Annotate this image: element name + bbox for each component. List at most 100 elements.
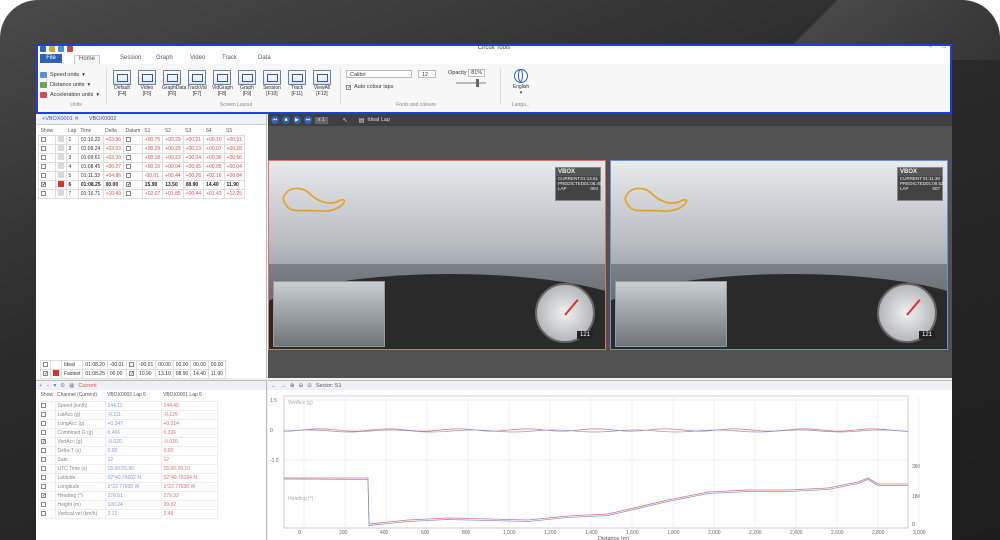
- lap-colour[interactable]: [54, 153, 67, 163]
- minimize-icon[interactable]: –: [929, 44, 932, 50]
- lap-col-header[interactable]: S3: [183, 127, 203, 136]
- distance-units-dropdown[interactable]: Distance units ▾: [40, 80, 106, 90]
- lap-colour[interactable]: [54, 180, 67, 190]
- tab-session[interactable]: Session: [120, 55, 141, 61]
- layout-button-video[interactable]: Video [F5]: [137, 70, 157, 97]
- film-icon[interactable]: ▤: [359, 117, 365, 124]
- table-row[interactable]: 5 01:11.33 +04.86 -00.01 +00.44 +00.26 +02.16 +…: [38, 171, 245, 181]
- layout-button-viewall[interactable]: ViewAll [F12]: [312, 70, 332, 97]
- font-family-select[interactable]: Calibri: [346, 70, 412, 78]
- stop-icon[interactable]: ■: [282, 116, 290, 124]
- auto-colour-laps[interactable]: ✓ Auto colour laps: [346, 84, 393, 90]
- table-row[interactable]: 2 01:09.24 +03.03 +00.29 +00.29 +00.13 +00.07 +…: [38, 144, 245, 154]
- graph-canvas[interactable]: 1.50-1.536018000 200 400 600 800 1,000 1,200 1,…: [268, 390, 952, 540]
- channel-checkbox[interactable]: [38, 410, 56, 420]
- lap-col-header[interactable]: Time: [78, 127, 103, 136]
- datum-checkbox[interactable]: [123, 189, 143, 199]
- channel-col-header[interactable]: VBOX0001 Lap 6: [161, 390, 217, 402]
- forward-arrow-icon[interactable]: →: [281, 383, 287, 389]
- playback-speed-select[interactable]: x 1: [315, 116, 328, 124]
- datum-checkbox[interactable]: [123, 171, 143, 181]
- channel-row[interactable]: Combined G (g) 0.466 0.336: [38, 428, 218, 438]
- lap-col-header[interactable]: S4: [204, 127, 224, 136]
- speed-units-dropdown[interactable]: Speed units ▾: [40, 70, 106, 80]
- tab-vbox0002[interactable]: VBOX0002: [86, 116, 120, 122]
- channel-checkbox[interactable]: [38, 509, 56, 519]
- table-row[interactable]: 3 01:09.61 +03.39 +00.18 +00.23 +00.04 +00.36 +…: [38, 153, 245, 163]
- channel-col-header[interactable]: Channel (Current): [55, 390, 105, 402]
- channel-row[interactable]: Speed (km/h) 144.11 144.40: [38, 401, 218, 411]
- channel-row[interactable]: Delta-T (s) 0.00 0.00: [38, 446, 218, 456]
- show-checkbox[interactable]: [40, 360, 51, 370]
- channel-row[interactable]: ✓ VertAcc (g) -0.020 -0.020: [38, 437, 218, 447]
- datum-checkbox[interactable]: ✓: [123, 180, 143, 190]
- channel-checkbox[interactable]: [38, 428, 56, 438]
- lap-col-header[interactable]: Datum: [124, 127, 143, 136]
- tab-data[interactable]: Data: [258, 55, 271, 61]
- channel-checkbox[interactable]: [38, 473, 56, 483]
- tab-file[interactable]: File: [40, 54, 62, 63]
- lap-colour[interactable]: [54, 144, 67, 154]
- channel-row[interactable]: Longitude 1°22.77930 W 1°22.77930 W: [38, 482, 218, 492]
- lap-col-header[interactable]: Delta: [103, 127, 123, 136]
- zoom-fit-icon[interactable]: ⊙: [307, 383, 312, 389]
- zoom-in-icon[interactable]: ⊕: [290, 383, 295, 389]
- channel-checkbox[interactable]: [38, 482, 56, 492]
- channel-checkbox[interactable]: [38, 500, 56, 510]
- lap-col-header[interactable]: Show: [39, 127, 56, 136]
- auto-colour-checkbox[interactable]: ✓: [346, 84, 351, 90]
- layout-button-graphdata[interactable]: GraphData [F6]: [162, 70, 186, 97]
- datum-checkbox[interactable]: ✓: [126, 369, 138, 379]
- show-checkbox[interactable]: [38, 171, 56, 181]
- lap-colour[interactable]: [54, 135, 67, 145]
- channel-checkbox[interactable]: [38, 464, 56, 474]
- summary-row[interactable]: Ideal 01:08.20 -00.01 -00.01 00.00 00.00 00.00…: [40, 360, 227, 370]
- language-button[interactable]: English ▾: [506, 69, 536, 96]
- table-row[interactable]: 7 01:16.71 +10.49 +02.07 +01.85 +00.44 +01.43 +…: [38, 189, 245, 199]
- video-frame-left[interactable]: VBOX CURRENT 01:13.61 PREDICTED 01:08.49 L…: [268, 160, 606, 350]
- tab-home[interactable]: Home: [74, 55, 101, 64]
- datum-checkbox[interactable]: [123, 144, 143, 154]
- show-checkbox[interactable]: [38, 153, 56, 163]
- tab-track[interactable]: Track: [222, 55, 237, 61]
- lap-col-header[interactable]: S1: [142, 127, 162, 136]
- filter-icon[interactable]: ▾: [53, 383, 56, 389]
- opacity-slider[interactable]: [456, 79, 486, 87]
- table-row[interactable]: ✓ 6 01:08.25 00.00 ✓ 15.90 13.50 08.90 14.40 11.9…: [38, 180, 245, 190]
- channel-checkbox[interactable]: [38, 419, 56, 429]
- channel-checkbox[interactable]: [38, 455, 56, 465]
- video-frame-right[interactable]: VBOX CURRENT 01:11.30 PREDICTED 01:08.52 L…: [610, 160, 948, 350]
- channel-checkbox[interactable]: ✓: [38, 437, 56, 447]
- lap-col-header[interactable]: S5: [224, 127, 244, 136]
- channel-checkbox[interactable]: ✓: [38, 491, 56, 501]
- acceleration-units-dropdown[interactable]: Acceleration units ▾: [40, 90, 106, 100]
- datum-checkbox[interactable]: [126, 360, 138, 370]
- tab-video[interactable]: Video: [190, 55, 205, 61]
- channel-col-header[interactable]: Show: [39, 390, 56, 402]
- layout-button-track[interactable]: Track [F11]: [287, 70, 307, 97]
- zoom-out-icon[interactable]: ⊖: [299, 383, 304, 389]
- channel-checkbox[interactable]: [38, 446, 56, 456]
- fast-forward-icon[interactable]: ⏭: [304, 116, 312, 124]
- datum-checkbox[interactable]: [123, 153, 143, 163]
- lap-colour[interactable]: [54, 162, 67, 172]
- channel-col-header[interactable]: VBOX0002 Lap 6: [105, 390, 161, 402]
- rewind-icon[interactable]: ⏮: [271, 116, 279, 124]
- layout-button-graph[interactable]: Graph [F9]: [237, 70, 257, 97]
- close-icon[interactable]: ✕: [74, 116, 79, 122]
- add-icon[interactable]: +: [39, 383, 42, 389]
- font-size-select[interactable]: 12: [418, 70, 436, 78]
- cursor-icon[interactable]: ↖: [343, 117, 348, 124]
- show-checkbox[interactable]: ✓: [40, 369, 51, 379]
- channel-row[interactable]: Sats 12 12: [38, 455, 218, 465]
- table-row[interactable]: 4 01:08.45 +00.27 +00.15 +00.04 +00.05 +00.05 +…: [38, 162, 245, 172]
- settings-icon[interactable]: ⚙: [60, 383, 65, 389]
- summary-row[interactable]: ✓ Fastest 01:08.25 00.00 ✓ 10.90 13.10 08.90 14.…: [40, 369, 227, 379]
- tab-graph[interactable]: Graph: [156, 55, 173, 61]
- channel-row[interactable]: LongAcc (g) +0.347 +0.314: [38, 419, 218, 429]
- layout-button-trackvid[interactable]: TrackVid [F7]: [187, 70, 207, 97]
- layout-button-default[interactable]: Default [F4]: [112, 70, 132, 97]
- lap-col-header[interactable]: [55, 127, 66, 136]
- show-checkbox[interactable]: [38, 162, 56, 172]
- show-checkbox[interactable]: [38, 144, 56, 154]
